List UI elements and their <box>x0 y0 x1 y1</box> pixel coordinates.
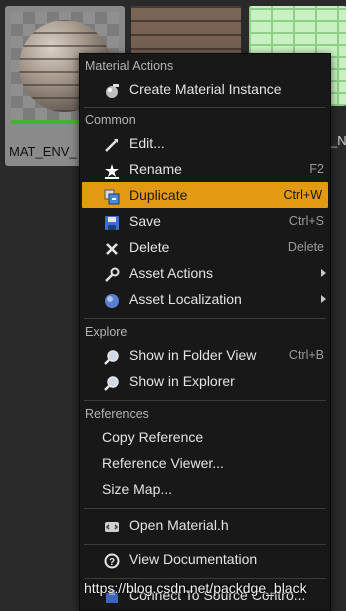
asset-name: MAT_ENV_ <box>9 144 77 159</box>
menu-item-show-in-folder-view[interactable]: Show in Folder View Ctrl+B <box>80 342 330 368</box>
watermark-text: https://blog.csdn.net/packdge_black <box>84 580 307 596</box>
shortcut-label: Ctrl+S <box>288 214 324 228</box>
wrench-icon <box>104 265 120 282</box>
delete-icon <box>104 239 120 255</box>
menu-item-label: Open Material.h <box>129 517 229 533</box>
separator <box>84 578 326 579</box>
material-instance-icon <box>104 81 120 98</box>
section-header-references: References <box>85 407 149 421</box>
menu-item-create-material-instance[interactable]: Create Material Instance <box>80 76 330 102</box>
submenu-arrow-icon <box>321 269 326 277</box>
menu-item-reference-viewer[interactable]: Reference Viewer... <box>80 450 330 476</box>
shortcut-label: Delete <box>287 240 324 254</box>
svg-text:?: ? <box>109 557 115 568</box>
menu-item-edit[interactable]: Edit... <box>80 130 330 156</box>
help-icon: ? <box>104 551 120 569</box>
menu-item-label: Create Material Instance <box>129 81 282 97</box>
menu-item-delete[interactable]: Delete Delete <box>80 234 330 260</box>
menu-item-save[interactable]: Save Ctrl+S <box>80 208 330 234</box>
menu-item-label: Rename <box>129 161 182 177</box>
section-header-material-actions: Material Actions <box>85 59 174 73</box>
menu-item-asset-actions[interactable]: Asset Actions <box>80 260 330 286</box>
menu-item-copy-reference[interactable]: Copy Reference <box>80 424 330 450</box>
section-header-common: Common <box>85 113 136 127</box>
shortcut-label: Ctrl+B <box>288 348 324 362</box>
code-icon <box>104 517 120 533</box>
menu-item-view-documentation[interactable]: ? View Documentation <box>80 546 330 572</box>
asset-name-right: _N <box>330 133 346 148</box>
menu-item-label: Show in Folder View <box>129 347 257 363</box>
separator <box>84 400 326 401</box>
menu-item-label: Save <box>129 213 161 229</box>
menu-item-label: Copy Reference <box>102 429 204 445</box>
menu-item-label: Reference Viewer... <box>102 455 224 471</box>
duplicate-icon <box>104 187 120 205</box>
menu-item-show-in-explorer[interactable]: Show in Explorer <box>80 368 330 394</box>
menu-item-label: Delete <box>129 239 170 255</box>
context-menu: Material Actions Create Material Instanc… <box>79 53 331 611</box>
menu-item-label: Asset Localization <box>129 291 242 307</box>
menu-item-label: Show in Explorer <box>129 373 235 389</box>
shortcut-label: F2 <box>309 162 324 176</box>
menu-item-size-map[interactable]: Size Map... <box>80 476 330 502</box>
rename-icon <box>104 161 120 179</box>
menu-item-duplicate[interactable]: Duplicate Ctrl+W <box>82 182 328 208</box>
edit-icon <box>104 135 120 152</box>
menu-item-label: Duplicate <box>129 187 188 203</box>
menu-item-label: Edit... <box>129 135 165 151</box>
separator <box>84 544 326 545</box>
submenu-arrow-icon <box>321 295 326 303</box>
globe-icon <box>104 291 120 308</box>
section-header-explore: Explore <box>85 325 128 339</box>
separator <box>84 107 326 108</box>
shortcut-label: Ctrl+W <box>283 188 322 202</box>
menu-item-open-material-h[interactable]: Open Material.h <box>80 512 330 538</box>
magnifier-icon <box>104 347 120 365</box>
menu-item-rename[interactable]: Rename F2 <box>80 156 330 182</box>
menu-item-asset-localization[interactable]: Asset Localization <box>80 286 330 312</box>
menu-item-label: Size Map... <box>102 481 173 497</box>
menu-item-label: Asset Actions <box>129 265 214 281</box>
menu-item-label: View Documentation <box>129 551 258 567</box>
magnifier-icon <box>104 373 120 391</box>
separator <box>84 318 326 319</box>
save-icon <box>104 213 120 230</box>
separator <box>84 508 326 509</box>
